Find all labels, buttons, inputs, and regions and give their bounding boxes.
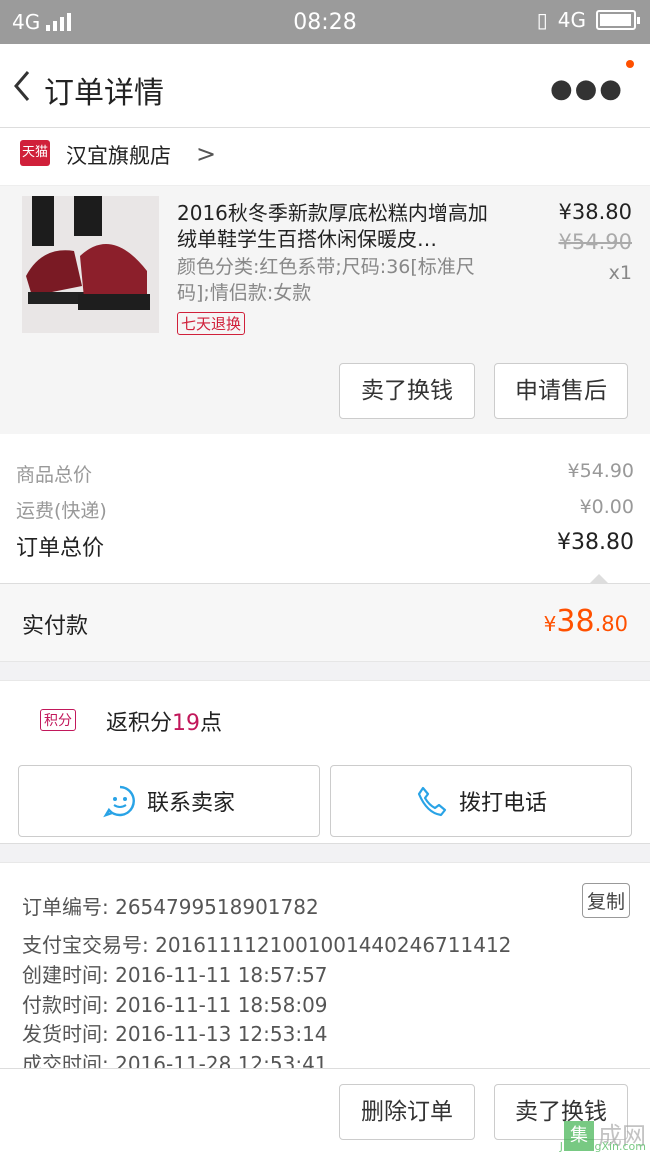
back-arrow-icon[interactable]: [8, 66, 38, 106]
order-number: 2654799518901782: [115, 895, 319, 919]
paid-decimal: .80: [594, 612, 628, 636]
product-sku: 颜色分类:红色系带;尺码:36[标准尺码];情侣款:女款: [177, 256, 475, 304]
goods-total-value: ¥54.90: [567, 460, 634, 482]
points-text: 返积分19点: [106, 705, 222, 737]
chat-icon: [103, 785, 135, 818]
tmall-icon: 天猫: [20, 140, 50, 166]
call-label: 拨打电话: [458, 791, 547, 816]
contact-seller-button[interactable]: 联系卖家: [18, 765, 320, 837]
product-quantity: x1: [608, 262, 632, 284]
notification-dot: [626, 60, 634, 68]
footer-bar: 删除订单 卖了换钱 集 成网 JiChengXin.com: [0, 1068, 650, 1155]
caret-decoration: [589, 574, 609, 584]
product-item: 2016秋冬季新款厚底松糕内增高加绒单鞋学生百搭休闲保暖皮… 颜色分类:红色系带…: [0, 186, 650, 434]
created-row: 创建时间: 2016-11-11 18:57:57: [22, 959, 328, 988]
status-bar: 4G 08:28 ▯ 4G: [0, 0, 650, 44]
points-prefix: 返积分: [106, 711, 173, 736]
product-title[interactable]: 2016秋冬季新款厚底松糕内增高加绒单鞋学生百搭休闲保暖皮…: [177, 200, 507, 252]
more-options-icon[interactable]: ●●●: [550, 74, 624, 104]
order-number-row: 订单编号: 2654799518901782: [22, 891, 319, 920]
shop-header[interactable]: 天猫 汉宜旗舰店 >: [0, 128, 650, 186]
contact-seller-label: 联系卖家: [146, 791, 235, 816]
paid-time-label: 付款时间:: [22, 993, 109, 1017]
paid-currency: ¥: [543, 612, 557, 636]
goods-total-row: 商品总价 ¥54.90: [16, 460, 634, 487]
paid-integer: 38: [556, 604, 595, 639]
order-total-row: 订单总价 ¥38.80: [16, 530, 634, 562]
delete-order-button[interactable]: 删除订单: [339, 1084, 475, 1140]
alipay-row: 支付宝交易号: 2016111121001001440246711412: [22, 929, 511, 958]
shipping-label: 运费(快递): [16, 500, 107, 522]
return-policy-badge: 七天退换: [177, 312, 246, 335]
paid-time: 2016-11-11 18:58:09: [115, 993, 328, 1017]
after-sale-button[interactable]: 申请售后: [494, 363, 628, 419]
points-suffix: 点: [200, 711, 223, 736]
nav-bar: 订单详情 ●●●: [0, 44, 650, 128]
created-label: 创建时间:: [22, 963, 109, 987]
sell-button[interactable]: 卖了换钱: [339, 363, 475, 419]
points-section: 积分 返积分19点 联系卖家 拨打电话: [0, 680, 650, 844]
shipping-value: ¥0.00: [579, 496, 634, 518]
product-price: ¥38.80: [558, 200, 632, 224]
created-time: 2016-11-11 18:57:57: [115, 963, 328, 987]
paid-amount: ¥38.80: [544, 604, 628, 639]
vibrate-icon: ▯: [536, 8, 548, 32]
order-info: 订单编号: 2654799518901782 复制 支付宝交易号: 201611…: [0, 862, 650, 1076]
goods-total-label: 商品总价: [16, 464, 93, 486]
order-number-label: 订单编号:: [22, 895, 109, 919]
product-original-price: ¥54.90: [558, 230, 632, 254]
order-total-label: 订单总价: [16, 536, 105, 561]
page-title: 订单详情: [44, 76, 164, 111]
paid-time-row: 付款时间: 2016-11-11 18:58:09: [22, 989, 328, 1018]
order-total-value: ¥38.80: [557, 530, 634, 555]
shipped-time: 2016-11-13 12:53:14: [115, 1022, 328, 1046]
alipay-label: 支付宝交易号:: [22, 933, 149, 957]
chevron-right-icon[interactable]: >: [196, 140, 216, 168]
product-image[interactable]: [22, 196, 159, 333]
call-button[interactable]: 拨打电话: [330, 765, 632, 837]
watermark-en: JiChengXin.com: [559, 1140, 646, 1153]
watermark-logo: 集 成网 JiChengXin.com: [560, 1116, 646, 1153]
price-summary: 商品总价 ¥54.90 运费(快递) ¥0.00 订单总价 ¥38.80: [0, 434, 650, 584]
shop-name[interactable]: 汉宜旗舰店: [66, 140, 171, 170]
battery-icon: [596, 10, 640, 30]
status-right: ▯ 4G: [536, 8, 640, 32]
points-badge: 积分: [40, 709, 76, 731]
points-number: 19: [172, 711, 201, 736]
paid-amount-row: 实付款 ¥38.80: [0, 584, 650, 662]
alipay-number: 2016111121001001440246711412: [155, 933, 512, 957]
phone-icon: [417, 786, 447, 817]
copy-button[interactable]: 复制: [581, 883, 630, 918]
shipped-row: 发货时间: 2016-11-13 12:53:14: [22, 1018, 328, 1047]
paid-label: 实付款: [22, 614, 89, 639]
network-label-right: 4G: [557, 8, 586, 32]
shipping-row: 运费(快递) ¥0.00: [16, 496, 634, 523]
shipped-label: 发货时间:: [22, 1022, 109, 1046]
